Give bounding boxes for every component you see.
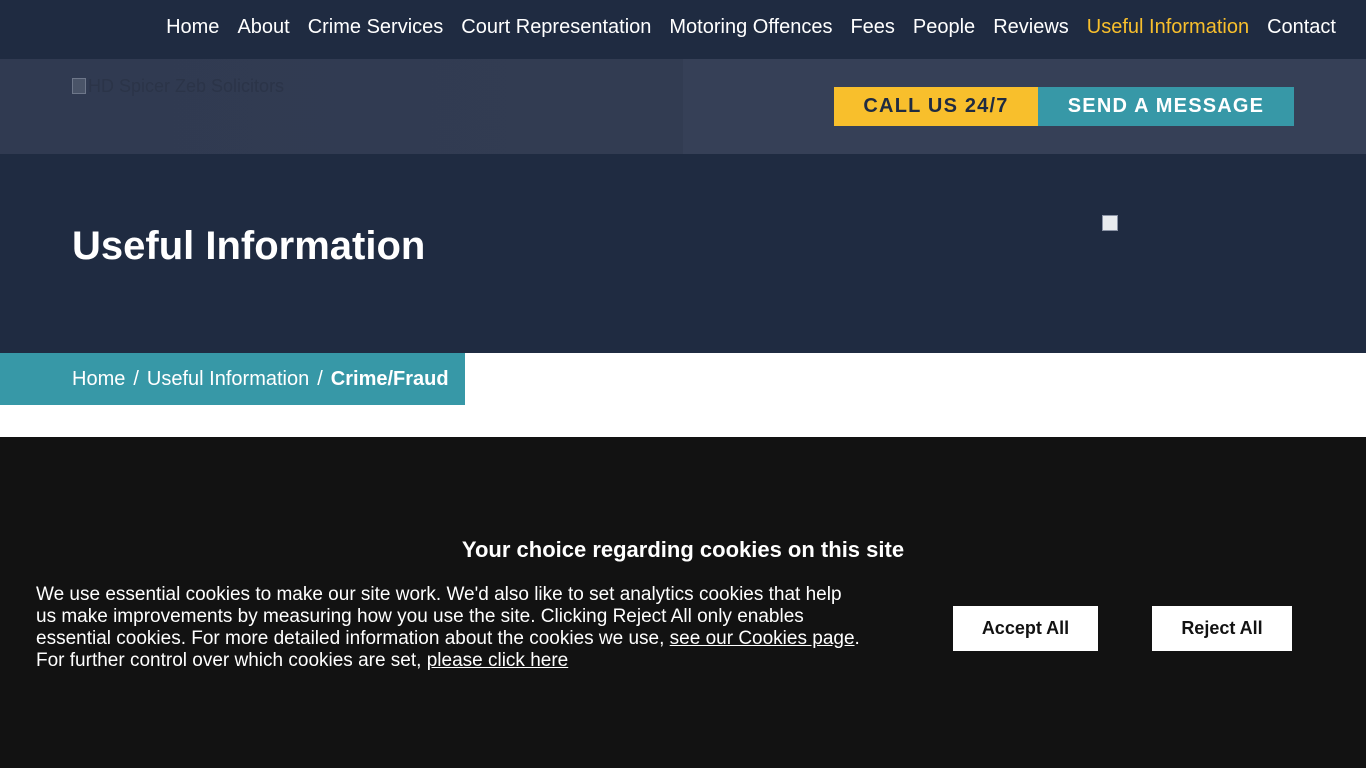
cookie-banner-title: Your choice regarding cookies on this si… — [461, 537, 905, 562]
top-navigation: Home About Crime Services Court Represen… — [0, 0, 1366, 59]
page-hero: Useful Information — [0, 154, 1366, 353]
header-band: HD Spicer Zeb Solicitors CALL US 24/7 SE… — [0, 59, 1366, 154]
nav-menu: Home About Crime Services Court Represen… — [148, 0, 1336, 55]
cookie-settings-link[interactable]: please click here — [427, 650, 569, 671]
nav-item-reviews[interactable]: Reviews — [993, 16, 1069, 39]
breadcrumb-separator: / — [133, 367, 139, 390]
send-message-button[interactable]: SEND A MESSAGE — [1038, 87, 1294, 126]
nav-item-about[interactable]: About — [237, 16, 289, 39]
logo-alt-text: HD Spicer Zeb Solicitors — [88, 75, 285, 96]
broken-image-icon — [72, 78, 86, 94]
site-logo[interactable]: HD Spicer Zeb Solicitors — [72, 75, 284, 97]
nav-item-home[interactable]: Home — [166, 16, 219, 39]
reject-all-button[interactable]: Reject All — [1152, 606, 1292, 651]
nav-item-fees[interactable]: Fees — [850, 16, 894, 39]
cookie-banner: Your choice regarding cookies on this si… — [0, 437, 1366, 768]
call-us-button[interactable]: CALL US 24/7 — [834, 87, 1038, 126]
cookie-banner-text: We use essential cookies to make our sit… — [36, 584, 866, 672]
breadcrumb-separator: / — [317, 367, 323, 390]
breadcrumb-useful-information[interactable]: Useful Information — [147, 368, 309, 391]
breadcrumb: Home / Useful Information / Crime/Fraud — [0, 353, 465, 405]
nav-item-court-representation[interactable]: Court Representation — [461, 16, 651, 39]
accept-all-button[interactable]: Accept All — [953, 606, 1098, 651]
cookies-page-link[interactable]: see our Cookies page — [670, 628, 855, 649]
breadcrumb-home[interactable]: Home — [72, 368, 125, 391]
nav-item-people[interactable]: People — [913, 16, 975, 39]
nav-item-motoring-offences[interactable]: Motoring Offences — [669, 16, 832, 39]
broken-image-icon — [1102, 215, 1118, 231]
page-title: Useful Information — [72, 224, 426, 268]
header-logo-area: HD Spicer Zeb Solicitors — [0, 59, 683, 154]
nav-item-crime-services[interactable]: Crime Services — [308, 16, 444, 39]
breadcrumb-current: Crime/Fraud — [330, 367, 449, 390]
nav-item-useful-information[interactable]: Useful Information — [1087, 16, 1249, 39]
nav-item-contact[interactable]: Contact — [1267, 16, 1336, 39]
